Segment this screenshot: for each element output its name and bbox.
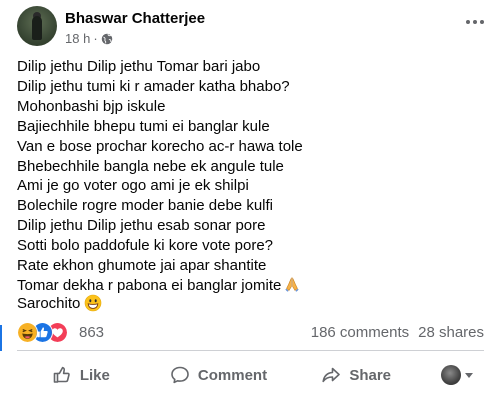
shares-count[interactable]: 28 shares bbox=[418, 324, 484, 341]
poem-line: Sotti bolo paddofule ki kore vote pore? bbox=[17, 237, 274, 255]
share-button[interactable]: Share bbox=[287, 357, 425, 393]
comment-label: Comment bbox=[197, 366, 268, 384]
comments-count[interactable]: 186 comments bbox=[311, 324, 409, 341]
post-header: Bhaswar Chatterjee 18 h · bbox=[17, 6, 487, 50]
poem-line: Dilip jethu Dilip jethu esab sonar pore bbox=[17, 217, 266, 235]
poem-line: Bolechile rogre moder banie debe kulfi bbox=[17, 197, 273, 215]
more-dot bbox=[473, 20, 477, 24]
haha-reaction-icon[interactable] bbox=[17, 322, 38, 343]
post-signoff: Sarochito bbox=[17, 294, 102, 312]
poem-line-last: Tomar dekha r pabona ei banglar jomite bbox=[17, 276, 487, 296]
poem-line: Bajiechhile bhepu tumi ei banglar kule bbox=[17, 117, 270, 135]
post-card: Bhaswar Chatterjee 18 h · Dilip jethu Di… bbox=[0, 0, 502, 401]
more-options-icon[interactable] bbox=[463, 12, 487, 32]
author-avatar[interactable] bbox=[17, 6, 57, 46]
poem-line: Dilip jethu Dilip jethu Tomar bari jabo bbox=[17, 58, 261, 75]
poem-line: Bhebechhile bangla nebe ek angule tule bbox=[17, 157, 284, 175]
post-meta: 18 h · bbox=[65, 31, 113, 46]
thumbs-up-icon bbox=[53, 366, 70, 383]
reaction-count[interactable]: 863 bbox=[79, 324, 104, 341]
engagement-bar: 863 186 comments 28 shares bbox=[17, 322, 484, 344]
poem-line: Mohonbashi bjp iskule bbox=[17, 97, 166, 115]
viewer-avatar bbox=[441, 365, 462, 385]
poem-line-text: Tomar dekha r pabona ei banglar jomite bbox=[17, 276, 282, 294]
more-dot bbox=[480, 20, 484, 24]
avatar-figure bbox=[32, 16, 42, 40]
author-name[interactable]: Bhaswar Chatterjee bbox=[65, 10, 205, 27]
meta-separator: · bbox=[93, 31, 98, 46]
comment-bubble-icon bbox=[171, 366, 189, 384]
globe-icon[interactable] bbox=[101, 33, 113, 45]
share-label: Share bbox=[349, 366, 392, 384]
folded-hands-emoji-icon bbox=[285, 277, 299, 292]
post-actions: Like Comment Share bbox=[12, 357, 489, 393]
poem-line: Ami je go voter ogo ami je ek shilpi bbox=[17, 177, 249, 195]
chevron-down-icon bbox=[465, 372, 474, 378]
poem-line: Van e bose prochar korecho ac-r hawa tol… bbox=[17, 137, 303, 155]
reaction-as-selector[interactable] bbox=[425, 357, 489, 393]
poem-line: Rate ekhon ghumote jai apar shantite bbox=[17, 257, 267, 275]
reaction-icons[interactable] bbox=[17, 322, 73, 343]
grinning-emoji-icon bbox=[85, 294, 102, 312]
post-time[interactable]: 18 h bbox=[65, 31, 90, 46]
post-body: Dilip jethu Dilip jethu Tomar bari jabo … bbox=[17, 57, 487, 296]
focus-indicator bbox=[0, 325, 2, 351]
share-arrow-icon bbox=[322, 367, 341, 383]
like-label: Like bbox=[79, 366, 110, 384]
like-button[interactable]: Like bbox=[12, 357, 150, 393]
engagement-summary: 186 comments 28 shares bbox=[311, 324, 484, 341]
comment-button[interactable]: Comment bbox=[150, 357, 288, 393]
more-dot bbox=[466, 20, 470, 24]
poem-line: Dilip jethu tumi ki r amader katha bhabo… bbox=[17, 77, 290, 95]
action-divider bbox=[17, 350, 484, 351]
signoff-text: Sarochito bbox=[17, 294, 81, 312]
